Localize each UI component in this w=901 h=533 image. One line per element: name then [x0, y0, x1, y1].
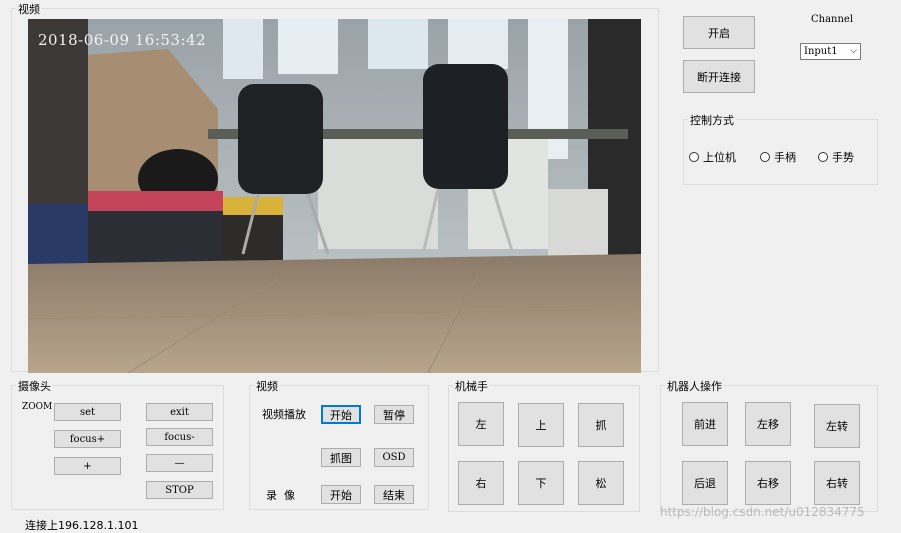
play-start-button[interactable]: 开始	[321, 405, 361, 424]
arm-release-button[interactable]: 松	[578, 461, 624, 505]
radio-gamepad-label: 手柄	[774, 151, 796, 164]
zoom-plus-button[interactable]: +	[54, 457, 121, 475]
pause-button[interactable]: 暂停	[374, 405, 414, 424]
back-button[interactable]: 后退	[682, 461, 728, 505]
channel-label: Channel	[811, 14, 854, 25]
radio-circle	[760, 152, 770, 162]
zoom-minus-button[interactable]: —	[146, 454, 213, 472]
radio-host[interactable]: 上位机	[689, 149, 736, 165]
watermark: https://blog.csdn.net/u012834775	[660, 505, 865, 519]
turn-right-button[interactable]: 右转	[814, 461, 860, 505]
channel-select[interactable]: Input1 ⌵	[800, 43, 861, 60]
focus-minus-button[interactable]: focus-	[146, 428, 213, 446]
radio-gesture-label: 手势	[832, 151, 854, 164]
open-button[interactable]: 开启	[683, 16, 755, 49]
stop-button[interactable]: STOP	[146, 481, 213, 499]
move-left-button[interactable]: 左移	[745, 402, 791, 446]
arm-left-button[interactable]: 左	[458, 402, 504, 446]
set-button[interactable]: set	[54, 403, 121, 421]
video-control-label: 视频	[254, 378, 280, 394]
disconnect-button[interactable]: 断开连接	[683, 60, 755, 93]
forward-button[interactable]: 前进	[682, 402, 728, 446]
playback-label: 视频播放	[262, 408, 306, 421]
video-timestamp: 2018-06-09 16:53:42	[38, 31, 207, 49]
arm-down-button[interactable]: 下	[518, 461, 564, 505]
zoom-label: ZOOM	[22, 402, 53, 412]
arm-group-label: 机械手	[453, 378, 490, 394]
record-end-button[interactable]: 结束	[374, 485, 414, 504]
camera-group-label: 摄像头	[16, 378, 53, 394]
capture-button[interactable]: 抓图	[321, 448, 361, 467]
radio-gesture[interactable]: 手势	[818, 149, 854, 165]
robot-group-label: 机器人操作	[665, 378, 724, 394]
channel-select-value: Input1	[804, 46, 838, 57]
turn-left-button[interactable]: 左转	[814, 404, 860, 448]
video-display: 2018-06-09 16:53:42	[28, 19, 641, 373]
video-group-label: 视频	[16, 1, 42, 17]
focus-plus-button[interactable]: focus+	[54, 430, 121, 448]
record-label: 录 像	[266, 489, 295, 502]
chevron-down-icon: ⌵	[850, 46, 857, 56]
radio-circle	[689, 152, 699, 162]
radio-host-label: 上位机	[703, 151, 736, 164]
control-mode-label: 控制方式	[688, 112, 736, 128]
arm-up-button[interactable]: 上	[518, 403, 564, 447]
arm-grab-button[interactable]: 抓	[578, 403, 624, 447]
arm-right-button[interactable]: 右	[458, 461, 504, 505]
radio-circle	[818, 152, 828, 162]
radio-gamepad[interactable]: 手柄	[760, 149, 796, 165]
exit-button[interactable]: exit	[146, 403, 213, 421]
camera-feed-image	[28, 19, 641, 373]
record-start-button[interactable]: 开始	[321, 485, 361, 504]
move-right-button[interactable]: 右移	[745, 461, 791, 505]
osd-button[interactable]: OSD	[374, 448, 414, 467]
